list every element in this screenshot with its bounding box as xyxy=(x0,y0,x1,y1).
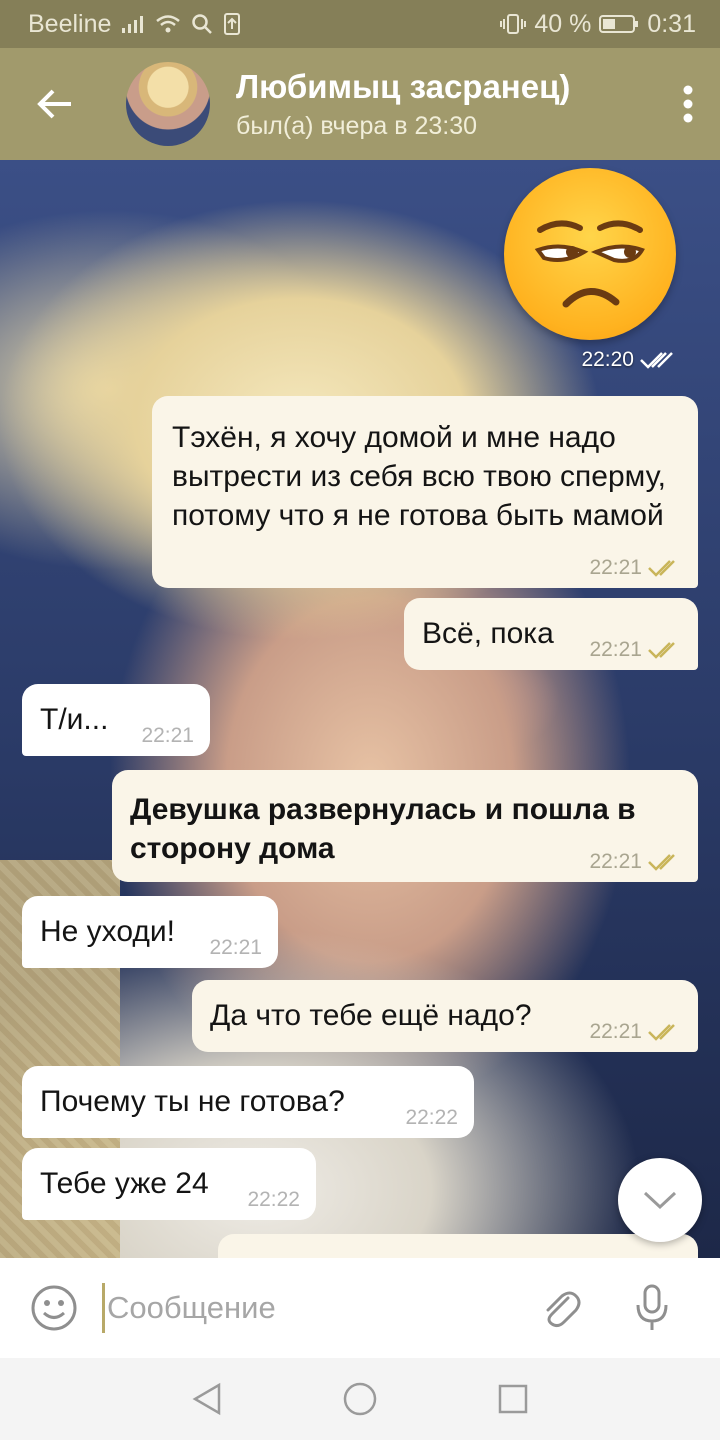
unamused-face-icon xyxy=(504,168,676,340)
clock: 0:31 xyxy=(647,9,696,38)
message-field-wrap xyxy=(102,1280,522,1336)
system-nav-bar xyxy=(0,1358,720,1440)
message-text: Тэхён, я хочу домой и мне надо вытрести … xyxy=(172,421,666,532)
message-time: 22:21 xyxy=(589,638,642,661)
emoji-message-meta: 22:20 xyxy=(581,348,674,372)
microphone-icon xyxy=(636,1284,668,1330)
nav-recents-button[interactable] xyxy=(483,1369,543,1429)
contact-info[interactable]: Любимыц засранец) был(а) вчера в 23:30 xyxy=(236,68,570,141)
circle-home-icon xyxy=(343,1382,377,1416)
message-meta: 22:21 xyxy=(589,639,682,660)
carrier-label: Beeline xyxy=(28,9,112,38)
scroll-down-button[interactable] xyxy=(618,1158,702,1242)
message-bubble[interactable]: Тебе уже 24 22:22 xyxy=(22,1148,316,1220)
emoji-message[interactable]: 22:20 xyxy=(504,168,676,371)
message-bubble[interactable]: Т/и... 22:21 xyxy=(22,684,210,756)
text-caret xyxy=(102,1283,105,1333)
message-input-bar xyxy=(0,1258,720,1358)
message-bubble[interactable]: Тэхён, я хочу домой и мне надо вытрести … xyxy=(152,396,698,588)
more-vertical-icon xyxy=(683,85,693,123)
message-meta: 22:21 xyxy=(589,1021,682,1042)
vibrate-icon xyxy=(500,13,527,35)
message-bubble[interactable]: Всё, пока 22:21 xyxy=(404,598,698,670)
avatar[interactable] xyxy=(126,62,210,146)
message-time: 22:21 xyxy=(209,936,262,959)
message-time: 22:21 xyxy=(589,556,642,579)
signal-icon xyxy=(121,14,145,34)
message-input[interactable] xyxy=(107,1290,507,1326)
double-check-icon xyxy=(648,641,675,659)
message-meta: 22:21 xyxy=(589,557,682,578)
chevron-down-icon xyxy=(643,1191,677,1210)
nav-back-button[interactable] xyxy=(177,1369,237,1429)
triangle-back-icon xyxy=(192,1382,220,1416)
double-check-icon xyxy=(648,559,675,577)
battery-icon xyxy=(599,13,639,35)
emoji-button[interactable] xyxy=(28,1282,80,1334)
chat-area[interactable]: 22:20 Тэхён, я хочу домой и мне надо выт… xyxy=(0,160,720,1258)
back-button[interactable] xyxy=(10,48,100,160)
battery-percent: 40 % xyxy=(534,9,592,38)
message-bubble[interactable]: Не уходи! 22:21 xyxy=(22,896,278,968)
smiley-icon xyxy=(31,1285,77,1331)
last-seen: был(а) вчера в 23:30 xyxy=(236,111,478,140)
message-time: 22:21 xyxy=(589,1020,642,1043)
double-check-icon xyxy=(648,1023,675,1041)
attach-button[interactable] xyxy=(532,1280,588,1336)
message-time: 22:22 xyxy=(247,1188,300,1211)
upload-icon xyxy=(223,12,241,36)
message-bubble[interactable]: Почему ты не готова? 22:22 xyxy=(22,1066,474,1138)
message-meta: 22:22 xyxy=(247,1189,300,1210)
message-meta: 22:22 xyxy=(405,1107,458,1128)
chat-header: Любимыц засранец) был(а) вчера в 23:30 xyxy=(0,48,720,160)
square-recents-icon xyxy=(499,1384,528,1414)
search-icon xyxy=(191,13,213,35)
message-meta: 22:21 xyxy=(589,851,682,872)
message-bubble[interactable]: Да что тебе ещё надо? 22:21 xyxy=(192,980,698,1052)
message-meta: 22:21 xyxy=(141,725,194,746)
status-bar: Beeline 40 % 0:31 xyxy=(0,0,720,48)
contact-name: Любимыц засранец) xyxy=(236,67,571,105)
message-time: 22:20 xyxy=(581,348,634,371)
menu-button[interactable] xyxy=(656,48,720,160)
message-bubble-partial[interactable] xyxy=(218,1234,698,1258)
message-time: 22:21 xyxy=(589,850,642,873)
paperclip-icon xyxy=(546,1291,581,1328)
microphone-button[interactable] xyxy=(624,1280,680,1336)
message-bubble[interactable]: Девушка развернулась и пошла в сторону д… xyxy=(112,770,698,882)
double-check-icon xyxy=(640,352,673,369)
message-time: 22:22 xyxy=(405,1106,458,1129)
nav-home-button[interactable] xyxy=(330,1369,390,1429)
message-time: 22:21 xyxy=(141,724,194,747)
arrow-left-icon xyxy=(37,89,71,119)
wifi-icon xyxy=(155,13,181,35)
message-meta: 22:21 xyxy=(209,937,262,958)
double-check-icon xyxy=(648,853,675,871)
